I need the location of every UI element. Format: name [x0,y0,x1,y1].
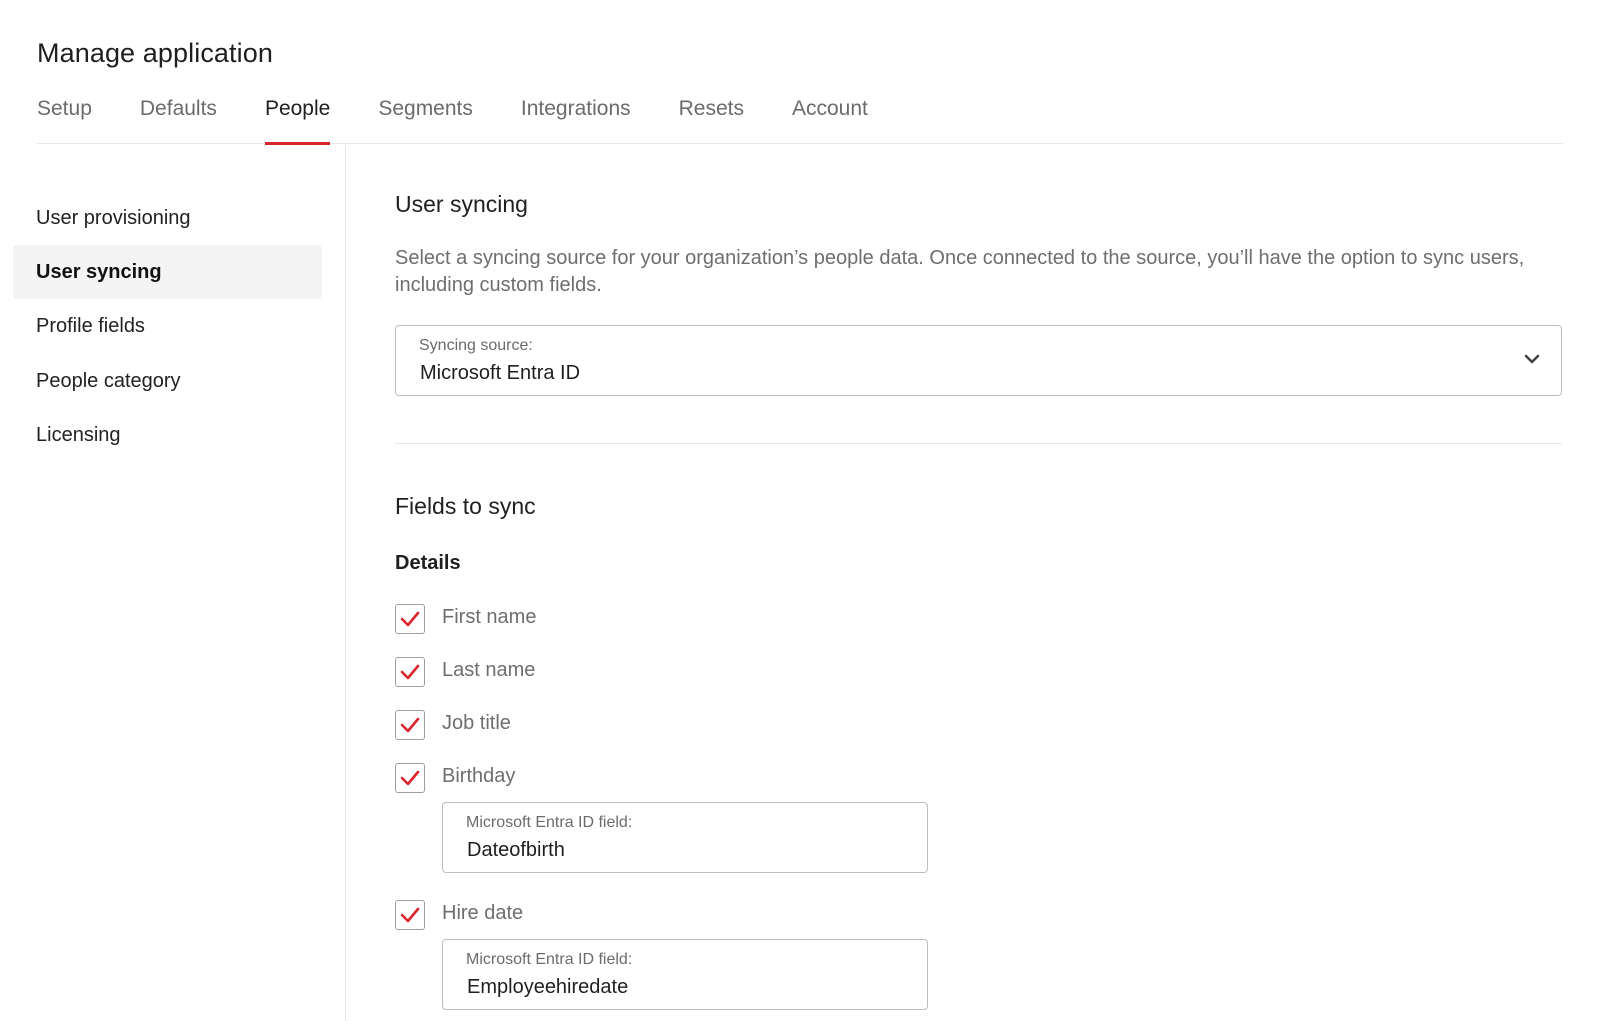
tab-account[interactable]: Account [792,97,868,144]
syncing-source-label: Syncing source: [419,337,533,354]
syncing-source-value: Microsoft Entra ID [420,362,581,384]
birthday-mapping-label: Microsoft Entra ID field: [466,814,633,831]
field-row-last-name: Last name [395,657,995,687]
hire-date-mapping-field[interactable]: Microsoft Entra ID field: Employeehireda… [442,939,928,1010]
sidebar-item-people-category[interactable]: People category [13,354,322,408]
tab-people[interactable]: People [264,97,331,145]
last-name-label: Last name [442,659,536,681]
field-row-birthday: Birthday [395,763,995,793]
tab-segments[interactable]: Segments [378,97,473,144]
fields-to-sync-title: Fields to sync [395,493,536,519]
field-row-first-name: First name [395,604,995,634]
sidebar-item-profile-fields[interactable]: Profile fields [13,299,322,353]
tab-bar: Setup Defaults People Segments Integrati… [37,97,1563,145]
sidebar: User provisioning User syncing Profile f… [0,145,346,1021]
checkmark-icon [400,717,420,733]
sidebar-item-licensing[interactable]: Licensing [13,408,322,462]
tab-integrations[interactable]: Integrations [521,97,631,144]
checkmark-icon [400,770,420,786]
birthday-mapping-value: Dateofbirth [467,839,565,861]
birthday-mapping-field[interactable]: Microsoft Entra ID field: Dateofbirth [442,802,928,873]
hire-date-label: Hire date [442,902,524,924]
details-heading: Details [395,552,461,574]
hire-date-checkbox[interactable] [395,900,425,930]
hire-date-mapping-value: Employeehiredate [467,976,629,998]
hire-date-mapping-label: Microsoft Entra ID field: [466,951,633,968]
tab-resets[interactable]: Resets [679,97,744,144]
field-row-job-title: Job title [395,710,995,740]
page-title: Manage application [37,38,273,68]
last-name-checkbox[interactable] [395,657,425,687]
sidebar-item-user-provisioning[interactable]: User provisioning [13,191,322,245]
checkmark-icon [400,907,420,923]
checkmark-icon [400,664,420,680]
job-title-label: Job title [442,712,511,734]
field-row-hire-date: Hire date [395,900,995,930]
tab-defaults[interactable]: Defaults [140,97,217,144]
sidebar-item-user-syncing[interactable]: User syncing [13,245,322,299]
birthday-label: Birthday [442,765,516,787]
first-name-label: First name [442,606,537,628]
user-syncing-title: User syncing [395,191,528,217]
syncing-source-select[interactable]: Syncing source: Microsoft Entra ID [395,325,1562,396]
tab-setup[interactable]: Setup [37,97,92,144]
birthday-checkbox[interactable] [395,763,425,793]
first-name-checkbox[interactable] [395,604,425,634]
section-divider [395,443,1562,444]
user-syncing-description: Select a syncing source for your organiz… [395,247,1525,296]
job-title-checkbox[interactable] [395,710,425,740]
chevron-down-icon[interactable] [1523,350,1541,368]
checkmark-icon [400,611,420,627]
